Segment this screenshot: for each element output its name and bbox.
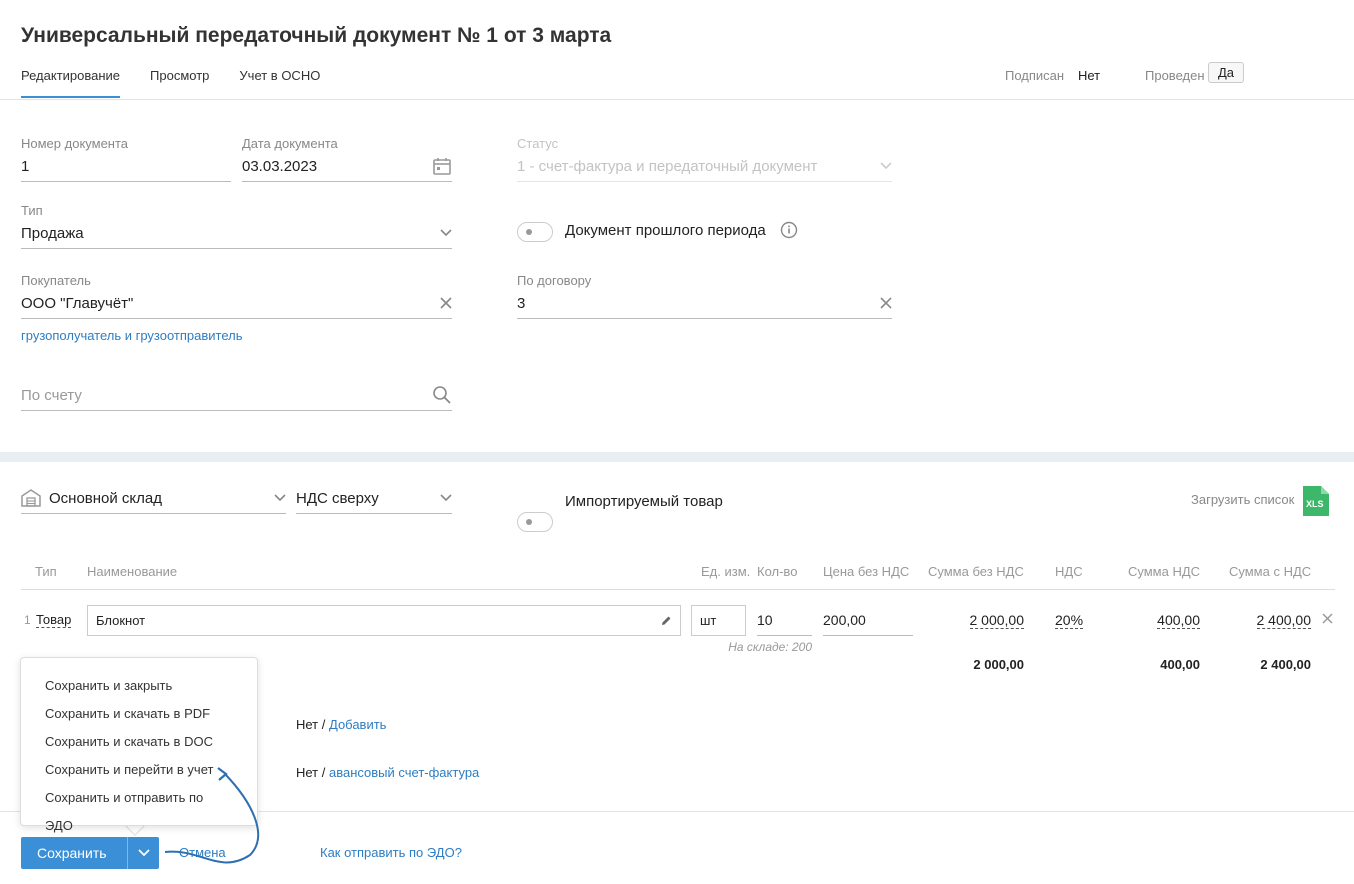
doc-number-label: Номер документа: [21, 136, 129, 151]
contract-label: По договору: [517, 273, 592, 288]
chevron-down-icon: [274, 494, 286, 502]
total-vat-sum: 400,00: [1160, 657, 1200, 672]
tab-bar: Редактирование Просмотр Учет в ОСНО: [21, 66, 320, 100]
tab-editing[interactable]: Редактирование: [21, 66, 121, 98]
close-icon[interactable]: [440, 297, 452, 309]
col-unit: Ед. изм.: [701, 564, 751, 579]
warehouse-value: Основной склад: [49, 489, 163, 507]
section-divider: [0, 452, 1354, 462]
row-qty-value: 10: [757, 612, 773, 628]
upload-list-link[interactable]: Загрузить список: [1191, 492, 1294, 507]
col-qty: Кол-во: [757, 564, 798, 579]
past-period-toggle[interactable]: [517, 222, 553, 242]
row-total[interactable]: 2 400,00: [1256, 612, 1311, 629]
col-vat: НДС: [1055, 564, 1083, 579]
imported-label: Импортируемый товар: [565, 493, 723, 510]
row-price-input[interactable]: 200,00: [823, 605, 913, 636]
col-type: Тип: [35, 564, 57, 579]
contract-value: 3: [517, 294, 526, 312]
doc-number-value: 1: [21, 157, 30, 175]
extra-row-2: Нет / авансовый счет-фактура: [296, 765, 479, 780]
row-unit-input[interactable]: шт: [691, 605, 746, 636]
close-icon[interactable]: [880, 297, 892, 309]
type-label: Тип: [21, 203, 43, 218]
save-button[interactable]: Сохранить: [21, 845, 127, 861]
save-button-group: Сохранить: [21, 837, 159, 869]
extra-1-value: Нет /: [296, 717, 326, 732]
vat-mode-select[interactable]: НДС сверху: [296, 483, 452, 514]
signed-value: Нет: [1078, 68, 1101, 83]
doc-date-input[interactable]: 03.03.2023: [242, 151, 452, 182]
type-select[interactable]: Продажа: [21, 218, 452, 249]
calendar-icon[interactable]: [432, 156, 452, 176]
col-name: Наименование: [87, 564, 178, 579]
search-icon[interactable]: [432, 385, 452, 405]
chevron-down-icon: [440, 229, 452, 237]
info-icon[interactable]: [780, 221, 798, 239]
menu-save-doc[interactable]: Сохранить и скачать в DOC: [21, 728, 257, 756]
chevron-down-icon: [880, 162, 892, 170]
invoice-placeholder: По счету: [21, 386, 82, 404]
tab-osno[interactable]: Учет в ОСНО: [239, 66, 320, 98]
buyer-value: ООО "Главучёт": [21, 294, 134, 312]
chevron-down-icon: [137, 849, 150, 857]
xls-file-icon[interactable]: XLS: [1303, 486, 1329, 516]
contract-input[interactable]: 3: [517, 288, 892, 319]
type-value: Продажа: [21, 224, 84, 242]
imported-toggle[interactable]: [517, 512, 553, 532]
invoice-search-input[interactable]: По счету: [21, 380, 452, 411]
warehouse-select[interactable]: Основной склад: [21, 483, 286, 514]
doc-number-input[interactable]: 1: [21, 151, 231, 182]
warehouse-icon: [21, 488, 41, 508]
menu-save-close[interactable]: Сохранить и закрыть: [21, 672, 257, 700]
extra-2-value: Нет /: [296, 765, 326, 780]
add-link[interactable]: Добавить: [329, 717, 386, 732]
consignee-link[interactable]: грузополучатель и грузоотправитель: [21, 328, 243, 343]
row-name-value: Блокнот: [96, 613, 146, 628]
doc-status-select: 1 - счет-фактура и передаточный документ: [517, 151, 892, 182]
xls-icon-text: XLS: [1306, 499, 1324, 509]
posted-toggle-button[interactable]: Да: [1208, 62, 1245, 83]
buyer-label: Покупатель: [21, 273, 91, 288]
vat-mode-value: НДС сверху: [296, 489, 379, 507]
advance-invoice-link[interactable]: авансовый счет-фактура: [329, 765, 479, 780]
extra-row-1: Нет / Добавить: [296, 717, 386, 732]
doc-status-label: Статус: [517, 136, 559, 151]
header-divider: [0, 99, 1354, 100]
buyer-input[interactable]: ООО "Главучёт": [21, 288, 452, 319]
total-sum-no-vat: 2 000,00: [973, 657, 1024, 672]
col-total: Сумма с НДС: [1229, 564, 1312, 579]
menu-save-pdf[interactable]: Сохранить и скачать в PDF: [21, 700, 257, 728]
col-price: Цена без НДС: [823, 564, 910, 579]
row-type-select[interactable]: Товар: [36, 612, 72, 628]
doc-date-label: Дата документа: [242, 136, 338, 151]
doc-date-value: 03.03.2023: [242, 157, 318, 175]
page-title: Универсальный передаточный документ № 1 …: [21, 24, 612, 47]
annotation-arrow: [164, 767, 260, 864]
row-number: 1: [24, 613, 31, 627]
row-stock-note: На складе: 200: [728, 640, 812, 654]
row-vat-sum[interactable]: 400,00: [1157, 612, 1200, 629]
chevron-down-icon: [440, 494, 452, 502]
col-sum-no-vat: Сумма без НДС: [928, 564, 1024, 579]
doc-status-value: 1 - счет-фактура и передаточный документ: [517, 157, 818, 175]
total-sum: 2 400,00: [1260, 657, 1311, 672]
past-period-label: Документ прошлого периода: [565, 222, 766, 239]
row-sum-no-vat[interactable]: 2 000,00: [969, 612, 1024, 629]
tab-view[interactable]: Просмотр: [150, 66, 209, 98]
row-unit-value: шт: [700, 613, 717, 628]
signed-label: Подписан: [1005, 68, 1065, 83]
row-name-input[interactable]: Блокнот: [87, 605, 681, 636]
row-delete-icon[interactable]: [1322, 613, 1333, 624]
table-header-divider: [21, 589, 1335, 590]
col-vat-sum: Сумма НДС: [1128, 564, 1201, 579]
row-price-value: 200,00: [823, 612, 866, 628]
pencil-icon[interactable]: [660, 615, 672, 627]
posted-label: Проведен: [1145, 68, 1205, 83]
save-dropdown-button[interactable]: [127, 837, 159, 869]
row-vat-rate[interactable]: 20%: [1055, 612, 1084, 629]
edo-help-link[interactable]: Как отправить по ЭДО?: [320, 845, 462, 860]
row-qty-input[interactable]: 10: [757, 605, 812, 636]
